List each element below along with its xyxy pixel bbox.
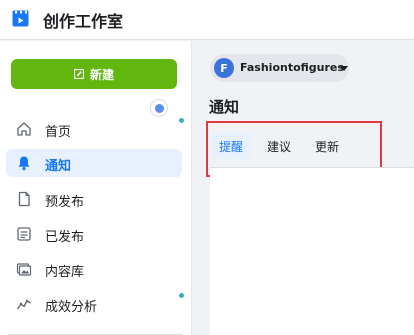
avatar: F	[214, 58, 234, 78]
sidebar-item-scheduled[interactable]: 预发布	[6, 185, 182, 213]
sidebar-item-label: 预发布	[45, 195, 85, 210]
tab-updates[interactable]: 更新	[307, 133, 347, 159]
caret-down-icon	[340, 66, 348, 71]
edit-icon	[73, 69, 84, 79]
app-title: 创作工作室	[43, 12, 124, 31]
content-library-icon	[16, 263, 32, 276]
sidebar-item-label: 成效分析	[45, 300, 98, 315]
account-switcher[interactable]: F Fashiontofigures	[210, 54, 349, 82]
sidebar-item-label: 内容库	[45, 265, 85, 280]
notifications-panel	[210, 168, 414, 335]
sidebar-item-notifications[interactable]: 通知	[6, 149, 182, 177]
sidebar-item-home[interactable]: 首页	[6, 115, 184, 143]
sidebar-item-analytics[interactable]: 成效分析	[6, 290, 184, 318]
sidebar-item-published[interactable]: 已发布	[6, 220, 182, 248]
main-content: F Fashiontofigures 通知 提醒 建议 更新	[193, 41, 414, 335]
new-button[interactable]: 新建	[11, 59, 177, 89]
notification-dot	[179, 293, 184, 298]
sidebar-item-label: 通知	[45, 159, 72, 174]
tab-suggestions[interactable]: 建议	[259, 133, 299, 159]
app-header: 创作工作室	[0, 0, 414, 40]
sidebar-collapse-toggle[interactable]	[151, 100, 167, 116]
bell-icon	[18, 156, 30, 171]
sidebar-item-label: 首页	[45, 125, 72, 140]
published-list-icon	[17, 227, 31, 241]
page-title: 通知	[209, 98, 240, 116]
sidebar: 新建 首页 通知 预发布 已发布 内容库 成效分析	[0, 41, 192, 335]
home-icon	[17, 122, 31, 136]
notification-dot	[179, 118, 184, 123]
analytics-icon	[16, 299, 31, 310]
new-button-label: 新建	[89, 67, 114, 82]
account-name: Fashiontofigures	[240, 61, 344, 74]
sidebar-item-content-library[interactable]: 内容库	[6, 255, 182, 283]
sidebar-item-label: 已发布	[45, 230, 85, 245]
studio-clapper-icon	[12, 10, 29, 27]
document-icon	[18, 191, 30, 207]
tab-reminders[interactable]: 提醒	[211, 133, 252, 159]
